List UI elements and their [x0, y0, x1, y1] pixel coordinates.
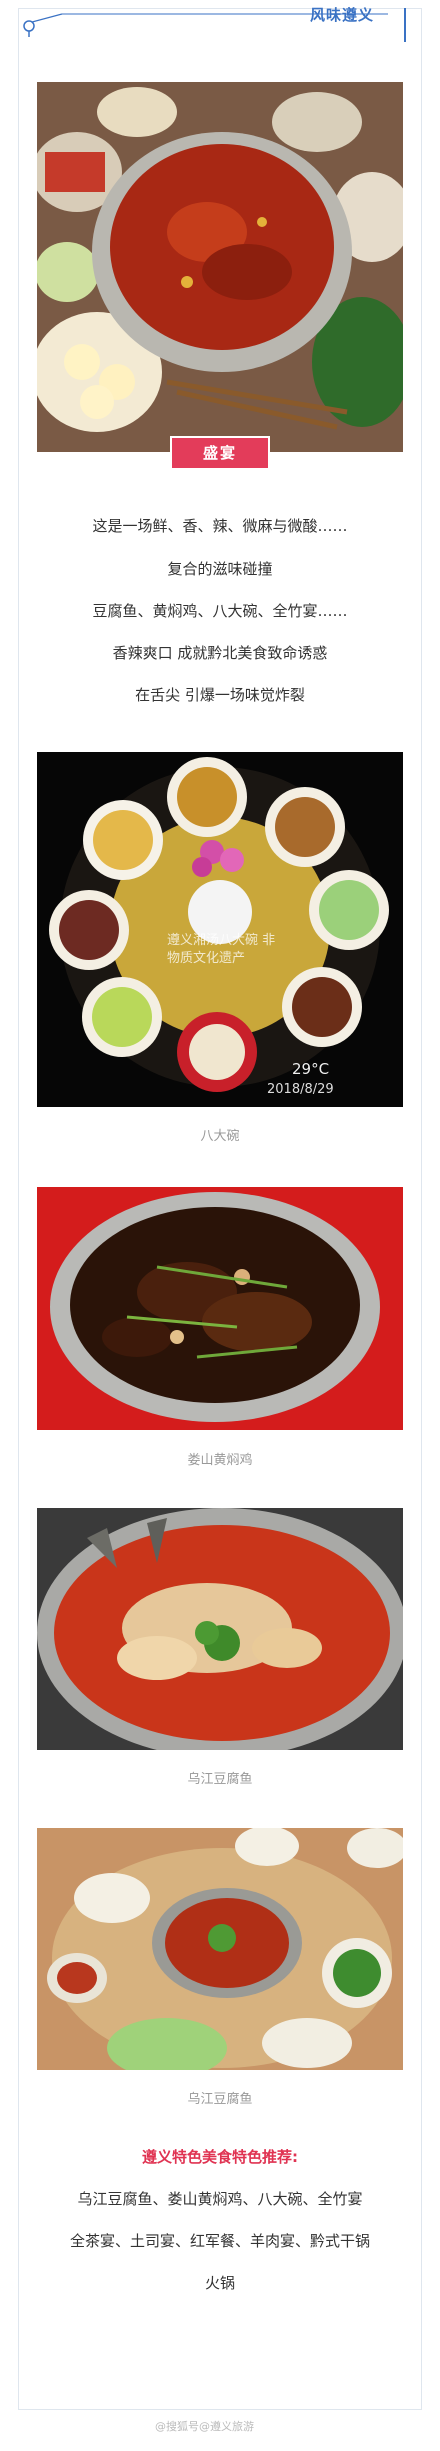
doufuyu-image: [37, 1508, 403, 1750]
huangmenji-image: [37, 1187, 403, 1430]
image-caption: 乌江豆腐鱼: [187, 1772, 253, 1787]
banquet-image: [37, 1828, 403, 2070]
intro-line: 香辣爽口 成就黔北美食致命诱惑: [112, 644, 328, 662]
hero-hotpot-image: [37, 82, 403, 452]
page-title: 风味遵义: [310, 6, 375, 24]
header-accent-bar: [404, 8, 406, 42]
image-date: 2018/8/29: [267, 1082, 334, 1097]
intro-line: 在舌尖 引爆一场味觉炸裂: [135, 686, 305, 704]
recommend-line: 乌江豆腐鱼、娄山黄焖鸡、八大碗、全竹宴: [77, 2190, 363, 2208]
intro-line: 复合的滋味碰撞: [167, 560, 273, 578]
hero-tag: 盛宴: [170, 436, 270, 470]
recommend-title: 遵义特色美食特色推荐:: [142, 2148, 298, 2166]
recommend-line: 全茶宴、土司宴、红军餐、羊肉宴、黔式干锅: [69, 2232, 370, 2250]
image-temperature: 29°C: [292, 1060, 330, 1078]
watermark: @搜狐号@遵义旅游: [155, 2420, 254, 2433]
article-page: 风味遵义 盛宴 这是一场鲜、香、辣、微麻与微酸…… 复合的滋味碰撞 豆腐鱼、黄焖…: [0, 0, 440, 2451]
pin-icon: [23, 20, 35, 37]
intro-line: 这是一场鲜、香、辣、微麻与微酸……: [92, 517, 348, 535]
image-caption: 八大碗: [200, 1129, 240, 1144]
recommend-line: 火锅: [204, 2274, 235, 2292]
image-overlay-text: 遵义湘汤八大碗 非物质文化遗产: [167, 933, 276, 966]
intro-line: 豆腐鱼、黄焖鸡、八大碗、全竹宴……: [92, 602, 348, 620]
badawan-image: 遵义湘汤八大碗 非物质文化遗产 29°C 2018/8/29: [37, 752, 403, 1107]
image-caption: 乌江豆腐鱼: [187, 2092, 253, 2107]
image-caption: 娄山黄焖鸡: [187, 1453, 253, 1468]
